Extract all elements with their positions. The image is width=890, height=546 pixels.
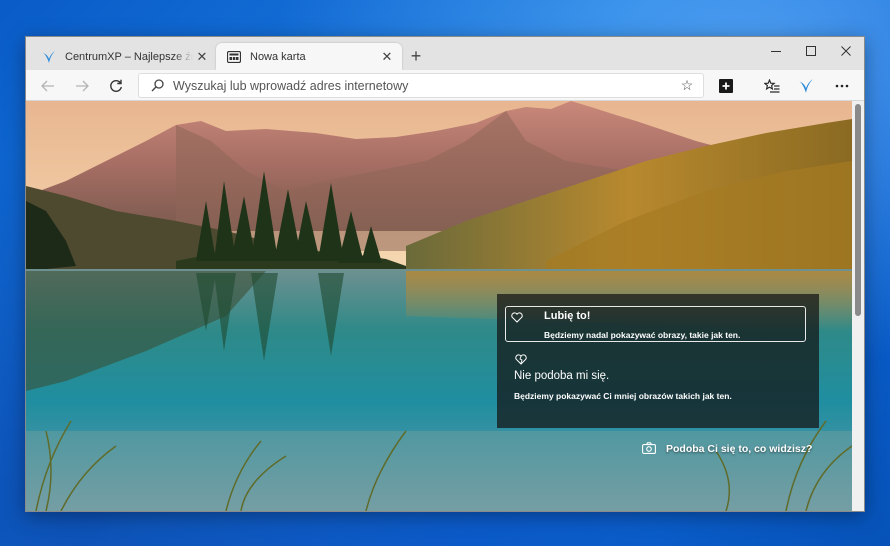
- search-icon: [148, 79, 166, 92]
- tab-strip: CentrumXP – Najlepsze źródło ✕ Nowa kart…: [26, 37, 864, 70]
- new-tab-button[interactable]: +: [406, 46, 426, 66]
- reload-icon[interactable]: [104, 74, 128, 98]
- extension-icon[interactable]: [714, 74, 738, 98]
- like-option[interactable]: Lubię to! Będziemy nadal pokazywać obraz…: [505, 306, 806, 342]
- favorite-star-icon[interactable]: ☆: [677, 77, 697, 94]
- profile-icon[interactable]: [794, 74, 818, 98]
- image-feedback-card: Lubię to! Będziemy nadal pokazywać obraz…: [497, 294, 819, 428]
- tab-close-icon[interactable]: ✕: [378, 48, 396, 66]
- scrollbar-thumb[interactable]: [855, 104, 861, 316]
- tab-title: Nowa karta: [250, 50, 306, 63]
- camera-icon: [642, 442, 658, 456]
- dislike-option[interactable]: Nie podoba mi się. Będziemy pokazywać Ci…: [505, 352, 806, 402]
- address-input[interactable]: [166, 78, 677, 93]
- like-label: Lubię to!: [544, 310, 591, 322]
- maximize-icon[interactable]: [794, 40, 828, 62]
- minimize-icon[interactable]: [759, 40, 793, 62]
- new-tab-page-icon: [226, 49, 242, 65]
- favorites-list-icon[interactable]: [760, 74, 784, 98]
- dislike-description: Będziemy pokazywać Ci mniej obrazów taki…: [514, 391, 732, 401]
- centrumxp-bird-icon: [41, 49, 57, 65]
- back-arrow-icon[interactable]: [36, 74, 60, 98]
- new-tab-page: Lubię to! Będziemy nadal pokazywać obraz…: [26, 101, 852, 511]
- image-feedback-button[interactable]: Podoba Ci się to, co widzisz?: [642, 441, 812, 457]
- navigation-toolbar: ☆: [26, 70, 864, 101]
- address-bar[interactable]: ☆: [138, 73, 704, 98]
- vertical-scrollbar[interactable]: [852, 101, 864, 511]
- close-icon[interactable]: [829, 40, 863, 62]
- broken-heart-icon: [515, 352, 529, 366]
- browser-window: CentrumXP – Najlepsze źródło ✕ Nowa kart…: [25, 36, 865, 512]
- tab-close-icon[interactable]: ✕: [193, 48, 211, 66]
- tab-centrumxp[interactable]: CentrumXP – Najlepsze źródło ✕: [31, 43, 217, 70]
- dislike-label: Nie podoba mi się.: [514, 370, 610, 382]
- more-icon[interactable]: [830, 74, 854, 98]
- heart-icon: [511, 310, 525, 324]
- like-description: Będziemy nadal pokazywać obrazy, takie j…: [544, 330, 741, 340]
- tab-new-tab[interactable]: Nowa karta ✕: [216, 43, 402, 70]
- image-question-text: Podoba Ci się to, co widzisz?: [666, 443, 813, 455]
- tab-title: CentrumXP – Najlepsze źródło: [65, 50, 193, 63]
- forward-arrow-icon[interactable]: [70, 74, 94, 98]
